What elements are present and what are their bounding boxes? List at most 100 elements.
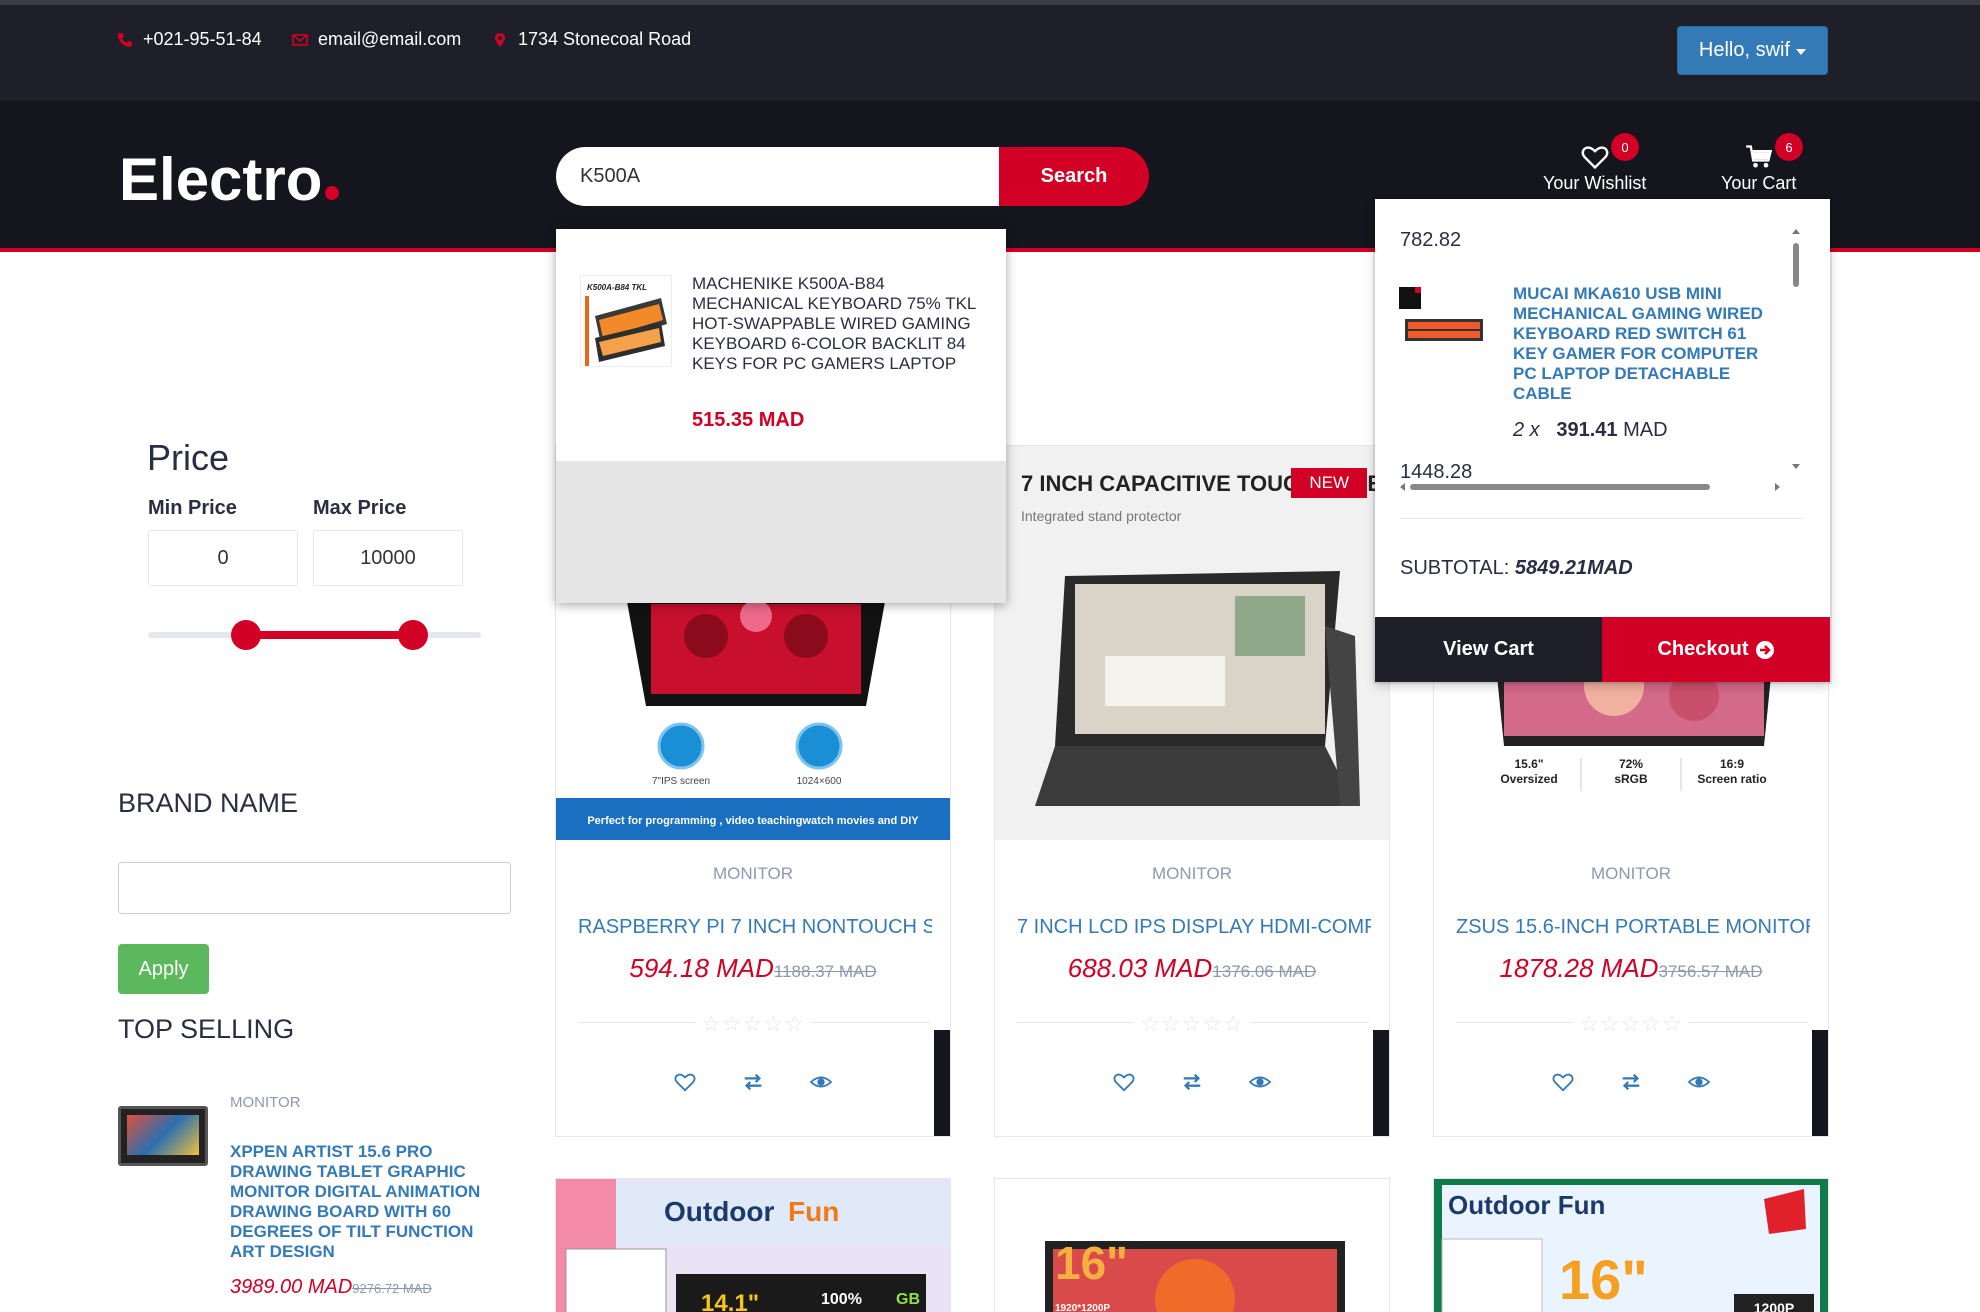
- product-name[interactable]: RASPBERRY PI 7 INCH NONTOUCH SCREEN: [578, 916, 932, 939]
- product-current-price: 688.03 MAD: [1067, 953, 1213, 983]
- cart-item-name[interactable]: MUCAI MKA610 USB MINI MECHANICAL GAMING …: [1513, 284, 1783, 404]
- logo[interactable]: Electro: [119, 145, 340, 214]
- product-card[interactable]: 16" 1920*1200P: [994, 1178, 1390, 1312]
- image-size: 16": [1559, 1248, 1648, 1311]
- add-to-wishlist-icon[interactable]: [1552, 1071, 1574, 1093]
- min-price-label: Min Price: [148, 497, 237, 519]
- phone-text: +021-95-51-84: [143, 29, 262, 49]
- image-headline-b: Fun: [788, 1196, 839, 1227]
- cart-item-image[interactable]: [1399, 287, 1485, 347]
- checkout-label: Checkout: [1657, 638, 1749, 660]
- search-result-thumbnail[interactable]: K500A-B84 TKL: [580, 275, 672, 367]
- feature-1-label: 7"IPS screen: [652, 776, 710, 787]
- add-to-cart-bar[interactable]: [934, 1030, 950, 1136]
- cart-link[interactable]: Your Cart 6: [1721, 133, 1803, 194]
- quick-view-eye-icon[interactable]: [1249, 1071, 1271, 1093]
- search-button[interactable]: Search: [999, 147, 1149, 206]
- cart-count-badge: 6: [1775, 133, 1803, 161]
- brand-name-input[interactable]: [118, 862, 511, 914]
- compare-icon[interactable]: [742, 1071, 764, 1093]
- account-dropdown-button[interactable]: Hello, swif: [1677, 26, 1828, 75]
- envelope-icon: [292, 33, 308, 46]
- price-slider-min-handle[interactable]: [231, 620, 261, 650]
- compare-icon[interactable]: [1181, 1071, 1203, 1093]
- checkout-button[interactable]: Checkout: [1602, 617, 1830, 682]
- product-name[interactable]: ZSUS 15.6-INCH PORTABLE MONITOR: [1456, 916, 1810, 939]
- cart-line-total-previous: 782.82: [1400, 229, 1462, 251]
- subtotal-value: 5849.21MAD: [1514, 557, 1633, 579]
- shopping-cart-icon: [1745, 145, 1772, 168]
- search-result-name[interactable]: MACHENIKE K500A-B84 MECHANICAL KEYBOARD …: [692, 274, 982, 374]
- cart-item-currency: MAD: [1623, 419, 1668, 441]
- image-size: 16": [1055, 1237, 1128, 1289]
- cart-vertical-scrollbar[interactable]: [1790, 229, 1802, 469]
- search-autocomplete-dropdown: K500A-B84 TKL MACHENIKE K500A-B84 MECHAN…: [556, 229, 1006, 603]
- image-headline: Outdoor Fun: [1448, 1190, 1605, 1220]
- add-to-cart-bar[interactable]: [1812, 1030, 1828, 1136]
- product-old-price: 1188.37 MAD: [773, 962, 877, 981]
- product-actions: [1434, 1071, 1828, 1093]
- arrow-circle-right-icon: [1755, 640, 1774, 659]
- add-to-wishlist-icon[interactable]: [674, 1071, 696, 1093]
- feature-ratio: 16:9: [1720, 757, 1744, 771]
- max-price-input[interactable]: 10000: [313, 530, 463, 586]
- phone-link[interactable]: +021-95-51-84: [117, 29, 262, 50]
- view-cart-button[interactable]: View Cart: [1375, 617, 1602, 682]
- apply-button[interactable]: Apply: [118, 944, 209, 994]
- brand-filter-title: BRAND NAME: [118, 788, 299, 818]
- top-selling-product-name[interactable]: XPPEN ARTIST 15.6 PRO DRAWING TABLET GRA…: [230, 1142, 500, 1262]
- caret-down-icon: [1796, 49, 1807, 55]
- quick-view-eye-icon[interactable]: [810, 1071, 832, 1093]
- price-slider-range: [245, 631, 413, 639]
- cart-horizontal-scrollbar[interactable]: [1400, 482, 1780, 492]
- product-category: MONITOR: [713, 864, 793, 883]
- product-actions: [556, 1071, 950, 1093]
- cart-item-price: 391.41: [1556, 419, 1618, 441]
- email-link[interactable]: email@email.com: [292, 29, 461, 50]
- product-image[interactable]: 7 INCH CAPACITIVE TOUCH SCREEN Integrate…: [995, 446, 1389, 840]
- product-image[interactable]: 16" 1920*1200P: [995, 1179, 1389, 1312]
- cart-line-total-next: 1448.28: [1400, 461, 1473, 483]
- product-old-price: 1376.06 MAD: [1212, 962, 1317, 981]
- wishlist-label: Your Wishlist: [1543, 173, 1647, 193]
- wishlist-link[interactable]: Your Wishlist 0: [1543, 133, 1647, 194]
- top-selling-price: 3989.00 MAD9276.72 MAD: [230, 1276, 432, 1299]
- search-input[interactable]: K500A: [556, 147, 1000, 206]
- image-banner-text: Perfect for programming , video teaching…: [587, 815, 919, 827]
- product-actions: [995, 1071, 1389, 1093]
- add-to-wishlist-icon[interactable]: [1113, 1071, 1135, 1093]
- new-badge: NEW: [1291, 468, 1367, 498]
- phone-icon: [118, 32, 132, 47]
- address-link[interactable]: 1734 Stonecoal Road: [492, 29, 691, 50]
- quick-view-eye-icon[interactable]: [1688, 1071, 1710, 1093]
- top-selling-product-image[interactable]: [118, 1106, 208, 1166]
- product-image[interactable]: Outdoor Fun 14.1" 100% GB: [556, 1179, 950, 1312]
- image-resolution: 1200P: [1754, 1300, 1794, 1312]
- product-card[interactable]: Outdoor Fun 14.1" 100% GB: [555, 1178, 951, 1312]
- feature-2-label: 1024×600: [797, 776, 842, 787]
- rating-stars: ☆☆☆☆☆: [1434, 1011, 1828, 1037]
- min-price-input[interactable]: 0: [148, 530, 298, 586]
- search-result-price: 515.35 MAD: [692, 409, 805, 431]
- wishlist-count-badge: 0: [1611, 133, 1639, 161]
- product-card[interactable]: Outdoor Fun 16" 1200P: [1433, 1178, 1829, 1312]
- product-category: MONITOR: [1591, 864, 1671, 883]
- product-image[interactable]: Outdoor Fun 16" 1200P: [1434, 1179, 1828, 1312]
- feature-ratio-label: Screen ratio: [1697, 772, 1766, 786]
- cart-label: Your Cart: [1721, 173, 1797, 193]
- divider: [1400, 518, 1803, 519]
- product-card[interactable]: 7 INCH CAPACITIVE TOUCH SCREEN Integrate…: [994, 445, 1390, 1137]
- product-price: 594.18 MAD1188.37 MAD: [556, 953, 950, 984]
- subtotal-label: SUBTOTAL:: [1400, 557, 1510, 579]
- product-price: 1878.28 MAD3756.57 MAD: [1434, 953, 1828, 984]
- top-selling-current-price: 3989.00 MAD: [230, 1276, 353, 1298]
- product-category: MONITOR: [1152, 864, 1232, 883]
- image-resolution: 1920*1200P: [1055, 1303, 1110, 1312]
- product-name[interactable]: 7 INCH LCD IPS DISPLAY HDMI-COMPATIBLE: [1017, 916, 1371, 939]
- add-to-cart-bar[interactable]: [1373, 1030, 1389, 1136]
- price-slider-max-handle[interactable]: [398, 620, 428, 650]
- compare-icon[interactable]: [1620, 1071, 1642, 1093]
- feature-size-label: Oversized: [1500, 772, 1557, 786]
- max-price-label: Max Price: [313, 497, 407, 519]
- search-result-item[interactable]: K500A-B84 TKL MACHENIKE K500A-B84 MECHAN…: [556, 229, 1006, 461]
